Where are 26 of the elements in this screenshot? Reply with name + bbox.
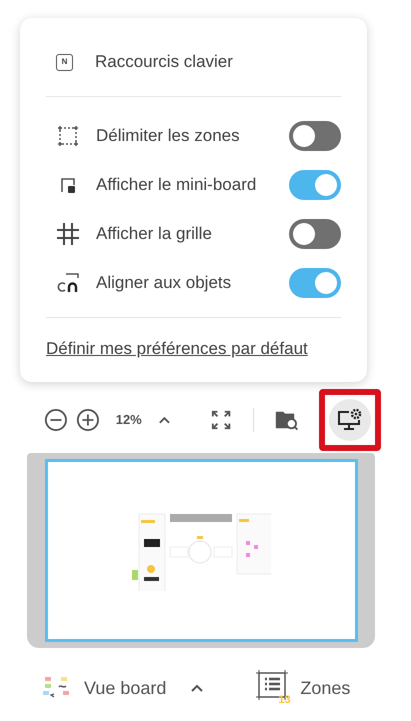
magnet-icon [56,272,80,294]
dotted-frame-icon [57,124,79,146]
caret-icon[interactable] [158,415,171,425]
toggle-switch[interactable] [289,268,341,298]
display-settings-button[interactable] [329,399,372,441]
zoom-level[interactable]: 12% [116,410,142,430]
default-preferences-link[interactable]: Définir mes préférences par défaut [46,336,308,362]
zones-button[interactable]: Zones [300,674,350,702]
toggle-switch[interactable] [289,218,341,248]
grid-icon [56,222,80,246]
zones-count: 13 [278,693,291,708]
keyboard-key-icon: N [56,54,73,70]
monitor-gear-icon [337,408,364,432]
toggle-label: Aligner aux objets [96,272,232,294]
toggle-switch[interactable] [289,120,341,150]
zoom-out-icon[interactable] [44,407,68,433]
toggle-label: Délimiter les zones [96,124,241,147]
board-view-icon[interactable] [42,676,70,700]
toggle-switch[interactable] [289,170,341,200]
caret-icon[interactable] [190,683,204,693]
menu-item[interactable]: Raccourcis clavier [95,49,233,75]
zoom-in-icon[interactable] [76,407,100,433]
toggle-label: Afficher la grille [96,222,213,245]
board-view-button[interactable]: Vue board [84,674,166,702]
toggle-label: Afficher le mini-board [96,174,258,196]
fullscreen-icon[interactable] [210,409,231,431]
